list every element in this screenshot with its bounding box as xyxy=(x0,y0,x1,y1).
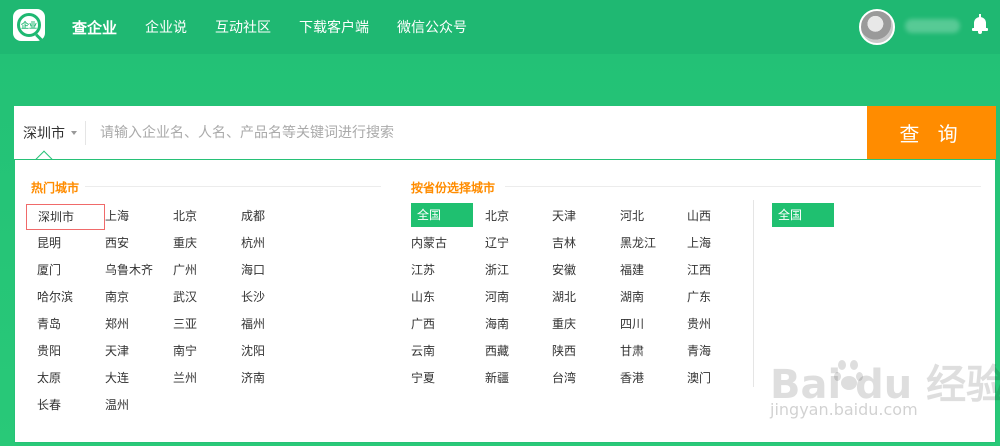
nav-item-download-client[interactable]: 下载客户端 xyxy=(299,17,369,37)
top-nav-bar: 企业 查企业 企业说 互动社区 下载客户端 微信公众号 xyxy=(0,0,1000,54)
hot-city-item[interactable]: 乌鲁木齐 xyxy=(105,261,153,278)
hot-cities-divider xyxy=(85,186,381,187)
hot-city-item[interactable]: 南京 xyxy=(105,288,129,305)
province-all-selected[interactable]: 全国 xyxy=(411,203,473,227)
province-item[interactable]: 甘肃 xyxy=(620,342,644,359)
hot-city-item[interactable]: 济南 xyxy=(241,369,265,386)
province-item[interactable]: 湖南 xyxy=(620,288,644,305)
hot-city-item[interactable]: 哈尔滨 xyxy=(37,288,73,305)
logo-text: 企业 xyxy=(21,20,37,30)
hot-city-selected[interactable]: 深圳市 xyxy=(26,204,105,230)
hot-city-item[interactable]: 上海 xyxy=(105,207,129,224)
province-item[interactable]: 北京 xyxy=(485,207,509,224)
hot-city-item[interactable]: 西安 xyxy=(105,234,129,251)
caret-down-icon xyxy=(71,130,77,135)
logo-icon[interactable]: 企业 xyxy=(13,9,45,42)
city-dropdown: 热门城市 按省份选择城市 深圳市 上海 北京 成都 昆明 西安 重庆 杭州 厦门 乌鲁木齐 广州 海口… xyxy=(14,159,996,443)
province-item[interactable]: 浙江 xyxy=(485,261,509,278)
province-item[interactable]: 福建 xyxy=(620,261,644,278)
hot-city-item[interactable]: 太原 xyxy=(37,369,61,386)
hot-city-item[interactable]: 长沙 xyxy=(241,288,265,305)
city-select[interactable]: 深圳市 xyxy=(14,106,86,159)
hot-city-item[interactable]: 海口 xyxy=(241,261,265,278)
province-item[interactable]: 澳门 xyxy=(687,369,711,386)
province-item[interactable]: 云南 xyxy=(411,342,435,359)
nav-item-check-company[interactable]: 查企业 xyxy=(72,17,117,38)
province-item[interactable]: 重庆 xyxy=(552,315,576,332)
avatar[interactable] xyxy=(859,9,895,45)
username-blurred[interactable] xyxy=(905,19,960,33)
divider xyxy=(85,121,86,145)
province-item[interactable]: 安徽 xyxy=(552,261,576,278)
province-item[interactable]: 贵州 xyxy=(687,315,711,332)
province-item[interactable]: 海南 xyxy=(485,315,509,332)
province-item[interactable]: 江苏 xyxy=(411,261,435,278)
nav-item-wechat[interactable]: 微信公众号 xyxy=(397,17,467,37)
provinces-divider xyxy=(505,186,981,187)
nav-item-community[interactable]: 互动社区 xyxy=(215,17,271,37)
hot-city-item[interactable]: 厦门 xyxy=(37,261,61,278)
hot-cities-title: 热门城市 xyxy=(31,181,80,195)
province-item[interactable]: 天津 xyxy=(552,207,576,224)
province-item[interactable]: 山东 xyxy=(411,288,435,305)
hot-city-item[interactable]: 沈阳 xyxy=(241,342,265,359)
hot-city-item[interactable]: 兰州 xyxy=(173,369,197,386)
nav-item-company-talk[interactable]: 企业说 xyxy=(145,17,187,37)
province-item[interactable]: 陕西 xyxy=(552,342,576,359)
province-item[interactable]: 吉林 xyxy=(552,234,576,251)
provinces-title: 按省份选择城市 xyxy=(411,181,496,195)
province-item[interactable]: 江西 xyxy=(687,261,711,278)
hot-city-item[interactable]: 北京 xyxy=(173,207,197,224)
search-button[interactable]: 查 询 xyxy=(867,106,996,159)
province-item[interactable]: 湖北 xyxy=(552,288,576,305)
city-select-value: 深圳市 xyxy=(23,125,65,142)
province-item[interactable]: 宁夏 xyxy=(411,369,435,386)
hot-city-item[interactable]: 福州 xyxy=(241,315,265,332)
main-nav: 查企业 企业说 互动社区 下载客户端 微信公众号 xyxy=(58,0,481,54)
hot-city-item[interactable]: 成都 xyxy=(241,207,265,224)
hot-city-item[interactable]: 杭州 xyxy=(241,234,265,251)
province-item[interactable]: 广东 xyxy=(687,288,711,305)
hot-city-item[interactable]: 贵阳 xyxy=(37,342,61,359)
column-divider xyxy=(753,200,754,387)
search-input[interactable] xyxy=(94,106,864,159)
bell-icon[interactable] xyxy=(972,14,988,34)
hot-city-item[interactable]: 重庆 xyxy=(173,234,197,251)
hot-city-item[interactable]: 广州 xyxy=(173,261,197,278)
hot-city-item[interactable]: 长春 xyxy=(37,396,61,413)
province-item[interactable]: 上海 xyxy=(687,234,711,251)
hot-city-item[interactable]: 大连 xyxy=(105,369,129,386)
hot-city-item[interactable]: 天津 xyxy=(105,342,129,359)
province-item[interactable]: 山西 xyxy=(687,207,711,224)
province-item[interactable]: 新疆 xyxy=(485,369,509,386)
province-item[interactable]: 河南 xyxy=(485,288,509,305)
hot-city-item[interactable]: 郑州 xyxy=(105,315,129,332)
province-item[interactable]: 青海 xyxy=(687,342,711,359)
province-item[interactable]: 河北 xyxy=(620,207,644,224)
province-item[interactable]: 台湾 xyxy=(552,369,576,386)
province-item[interactable]: 内蒙古 xyxy=(411,234,447,251)
hot-city-item[interactable]: 青岛 xyxy=(37,315,61,332)
hot-city-item[interactable]: 昆明 xyxy=(37,234,61,251)
province-item[interactable]: 广西 xyxy=(411,315,435,332)
province-item[interactable]: 黑龙江 xyxy=(620,234,656,251)
province-side-all[interactable]: 全国 xyxy=(772,203,834,227)
hot-city-item[interactable]: 温州 xyxy=(105,396,129,413)
province-item[interactable]: 四川 xyxy=(620,315,644,332)
hot-city-item[interactable]: 武汉 xyxy=(173,288,197,305)
search-bar: 深圳市 查 询 xyxy=(14,106,996,159)
hot-city-item[interactable]: 南宁 xyxy=(173,342,197,359)
province-item[interactable]: 香港 xyxy=(620,369,644,386)
hot-city-item[interactable]: 三亚 xyxy=(173,315,197,332)
province-item[interactable]: 辽宁 xyxy=(485,234,509,251)
province-item[interactable]: 西藏 xyxy=(485,342,509,359)
